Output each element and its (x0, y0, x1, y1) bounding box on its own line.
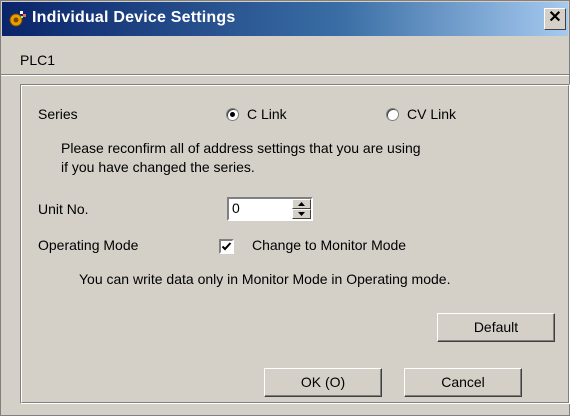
radio-c-link-label[interactable]: C Link (247, 106, 287, 122)
default-button[interactable]: Default (437, 313, 555, 342)
close-icon: ✕ (548, 9, 562, 26)
monitor-mode-checkbox-label[interactable]: Change to Monitor Mode (252, 237, 406, 253)
unit-no-stepper (292, 199, 311, 219)
plc-label: PLC1 (20, 52, 56, 68)
cancel-button[interactable]: Cancel (404, 368, 522, 397)
settings-sparkle-icon (9, 11, 26, 27)
spin-down-button[interactable] (292, 209, 311, 219)
up-arrow-icon (298, 202, 305, 206)
operating-mode-label: Operating Mode (38, 237, 139, 253)
check-icon (221, 242, 232, 251)
radio-cv-link[interactable] (386, 108, 399, 121)
ok-button[interactable]: OK (O) (264, 368, 382, 397)
close-button[interactable]: ✕ (544, 8, 566, 30)
divider (1, 74, 569, 76)
series-note-line2: if you have changed the series. (61, 159, 255, 175)
down-arrow-icon (298, 212, 305, 216)
series-label: Series (38, 106, 78, 122)
radio-cv-link-label[interactable]: CV Link (407, 106, 456, 122)
operating-mode-note: You can write data only in Monitor Mode … (79, 271, 451, 287)
radio-c-link[interactable] (226, 108, 239, 121)
monitor-mode-checkbox[interactable] (219, 239, 234, 254)
series-note-line1: Please reconfirm all of address settings… (61, 140, 421, 156)
window-title: Individual Device Settings (32, 9, 236, 26)
unit-no-label: Unit No. (38, 201, 89, 217)
settings-dialog: Individual Device Settings ✕ PLC1 Series… (0, 0, 570, 416)
radio-selected-dot (230, 112, 235, 117)
title-bar[interactable]: Individual Device Settings ✕ (2, 2, 568, 36)
spin-up-button[interactable] (292, 199, 311, 209)
